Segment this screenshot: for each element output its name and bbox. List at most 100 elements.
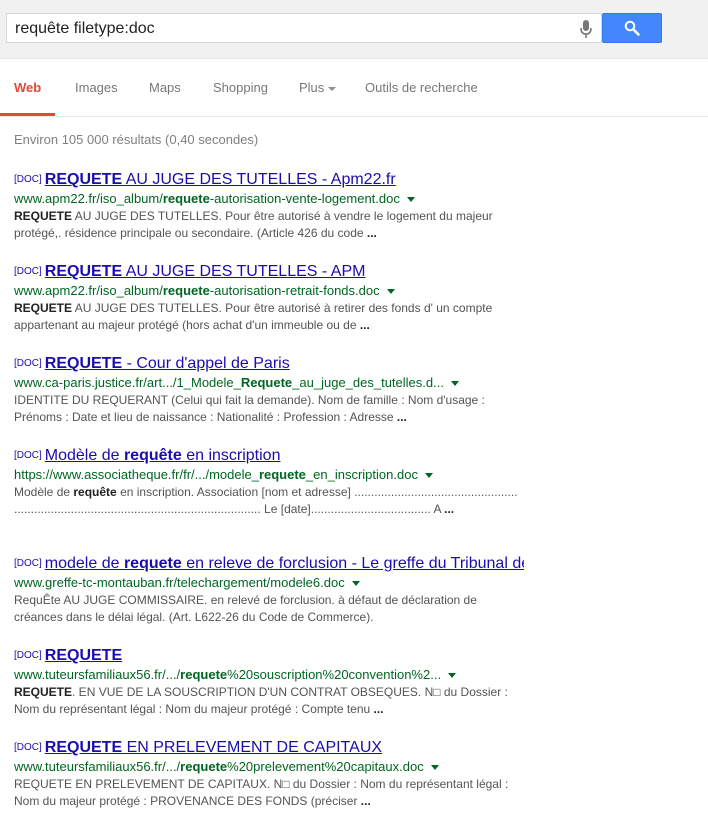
result-url: www.greffe-tc-montauban.fr/telechargemen… (14, 574, 524, 591)
result-url-text: %20prelevement%20capitaux.doc (227, 759, 424, 774)
result-snippet-text: REQUETE (14, 209, 73, 223)
result-snippet-text: REQUETE EN PRELEVEMENT DE CAPITAUX. N□ d… (14, 777, 509, 808)
file-type-tag: [DOC] (14, 742, 42, 753)
result-snippet-text: Modèle de (14, 485, 74, 499)
result-title-text: - Cour d'appel de Paris (122, 355, 290, 372)
result-title-link[interactable]: Modèle de requête en inscription (45, 447, 281, 464)
result-url-text: requete (180, 667, 228, 682)
result-title-line: [DOC] Modèle de requête en inscription (14, 446, 524, 465)
result-stats: Environ 105 000 résultats (0,40 secondes… (14, 132, 259, 147)
result-title-text: requete (123, 555, 182, 572)
result-snippet-text: ... (366, 225, 377, 240)
result-url-text: -autorisation-retrait-fonds.doc (209, 283, 380, 298)
result-url-text: www.greffe-tc-montauban.fr/telechargemen… (14, 575, 345, 590)
result-snippet-text: ... (396, 409, 407, 424)
search-result: [DOC] REQUETE AU JUGE DES TUTELLES - APM w… (14, 262, 524, 333)
search-icon (624, 20, 640, 36)
dropdown-arrow-icon[interactable] (406, 197, 415, 203)
result-title-text: REQUETE (44, 647, 123, 664)
tab-plus[interactable]: Plus (299, 80, 337, 95)
tab-shopping[interactable]: Shopping (213, 80, 268, 95)
file-type-tag: [DOC] (14, 174, 42, 185)
result-title-link[interactable]: REQUETE AU JUGE DES TUTELLES - Apm22.fr (45, 171, 396, 188)
result-url-text: www.apm22.fr/iso_album/ (14, 191, 163, 206)
result-title-line: [DOC] REQUETE AU JUGE DES TUTELLES - APM (14, 262, 524, 281)
result-title-link[interactable]: modele de requete en releve de forclusio… (45, 555, 524, 572)
chevron-down-icon (328, 86, 337, 91)
dropdown-arrow-icon[interactable] (386, 289, 395, 295)
tab-maps[interactable]: Maps (149, 80, 181, 95)
result-snippet-text: ... (359, 317, 370, 332)
result-url-text: -autorisation-vente-logement.doc (209, 191, 400, 206)
tab-outils-de-recherche[interactable]: Outils de recherche (365, 80, 478, 95)
result-snippet: REQUETE EN PRELEVEMENT DE CAPITAUX. N□ d… (14, 776, 524, 809)
search-input[interactable] (15, 19, 575, 39)
result-snippet-text: AU JUGE DES TUTELLES. Pour être autorisé… (14, 301, 493, 332)
tab-web[interactable]: Web (14, 80, 41, 95)
dropdown-arrow-icon[interactable] (351, 581, 360, 587)
result-title-text: Modèle de (44, 447, 124, 464)
result-url: www.tuteursfamiliaux56.fr/.../requete%20… (14, 666, 524, 683)
result-title-text: modele de (44, 555, 124, 572)
result-snippet-text: . EN VUE DE LA SOUSCRIPTION D'UN CONTRAT… (14, 685, 508, 716)
result-title-link[interactable]: REQUETE EN PRELEVEMENT DE CAPITAUX (45, 739, 382, 756)
file-type-tag: [DOC] (14, 358, 42, 369)
result-title-text: AU JUGE DES TUTELLES - Apm22.fr (122, 171, 396, 188)
file-type-tag: [DOC] (14, 650, 42, 661)
result-url-text: www.tuteursfamiliaux56.fr/.../ (14, 759, 181, 774)
result-title-line: [DOC] REQUETE - Cour d'appel de Paris (14, 354, 524, 373)
dropdown-arrow-icon[interactable] (450, 381, 459, 387)
result-snippet: Modèle de requête en inscription. Associ… (14, 484, 524, 517)
result-url-text: https://www.associatheque.fr/fr/.../mode… (14, 467, 259, 482)
result-snippet-text: RequÊte AU JUGE COMMISSAIRE. en relevé d… (14, 593, 477, 624)
result-url: https://www.associatheque.fr/fr/.../mode… (14, 466, 524, 483)
dropdown-arrow-icon[interactable] (448, 673, 457, 679)
result-url-text: requete (162, 283, 210, 298)
result-snippet-text: ... (444, 501, 455, 516)
result-title-line: [DOC] REQUETE (14, 646, 524, 665)
result-title-link[interactable]: REQUETE AU JUGE DES TUTELLES - APM (45, 263, 366, 280)
result-title-text: requête (123, 447, 182, 464)
file-type-tag: [DOC] (14, 450, 42, 461)
tab-images[interactable]: Images (75, 80, 118, 95)
result-title-link[interactable]: REQUETE - Cour d'appel de Paris (45, 355, 290, 372)
search-result: [DOC] modele de requete en releve de forc… (14, 554, 524, 625)
search-result: [DOC] REQUETE EN PRELEVEMENT DE CAPITAUX w… (14, 738, 524, 809)
result-url-text: _au_juge_des_tutelles.d... (292, 375, 444, 390)
result-url-text: requete (162, 191, 210, 206)
result-url-text: _en_inscription.doc (305, 467, 418, 482)
result-url: www.apm22.fr/iso_album/requete-autorisat… (14, 190, 524, 207)
result-title-text: REQUETE (44, 171, 123, 188)
search-box (6, 13, 602, 43)
result-snippet: REQUETE AU JUGE DES TUTELLES. Pour être … (14, 208, 524, 241)
result-title-text: REQUETE (44, 355, 123, 372)
result-title-line: [DOC] REQUETE EN PRELEVEMENT DE CAPITAUX (14, 738, 524, 757)
result-title-link[interactable]: REQUETE (45, 647, 122, 664)
result-snippet: IDENTITE DU REQUERANT (Celui qui fait la… (14, 392, 524, 425)
result-url: www.ca-paris.justice.fr/art.../1_Modele_… (14, 374, 524, 391)
search-result: [DOC] REQUETE - Cour d'appel de Paris www.… (14, 354, 524, 425)
result-snippet: RequÊte AU JUGE COMMISSAIRE. en relevé d… (14, 592, 524, 625)
result-url-text: www.ca-paris.justice.fr/art.../1_Modele_ (14, 375, 241, 390)
result-url-text: Requete (240, 375, 293, 390)
search-button[interactable] (602, 13, 662, 43)
result-title-text: EN PRELEVEMENT DE CAPITAUX (122, 739, 383, 756)
result-url-text: %20souscription%20convention%2... (227, 667, 442, 682)
result-title-text: REQUETE (44, 739, 123, 756)
search-tabs: Web Images Maps Shopping Plus Outils de … (0, 58, 708, 117)
microphone-icon[interactable] (579, 19, 593, 39)
search-result: [DOC] Modèle de requête en inscription htt… (14, 446, 524, 517)
result-snippet-text: REQUETE (14, 685, 73, 699)
dropdown-arrow-icon[interactable] (424, 473, 433, 479)
search-result: [DOC] REQUETE www.tuteursfamiliaux56.fr/..… (14, 646, 524, 717)
dropdown-arrow-icon[interactable] (430, 765, 439, 771)
search-header (0, 0, 708, 59)
result-title-line: [DOC] REQUETE AU JUGE DES TUTELLES - Apm2… (14, 170, 524, 189)
result-title-text: AU JUGE DES TUTELLES - APM (122, 263, 366, 280)
result-snippet-text: IDENTITE DU REQUERANT (Celui qui fait la… (14, 393, 485, 424)
search-result: [DOC] REQUETE AU JUGE DES TUTELLES - Apm2… (14, 170, 524, 241)
result-url-text: requete (180, 759, 228, 774)
result-snippet-text: AU JUGE DES TUTELLES. Pour être autorisé… (14, 209, 493, 240)
result-snippet-text: ... (373, 701, 384, 716)
result-title-text: REQUETE (44, 263, 123, 280)
